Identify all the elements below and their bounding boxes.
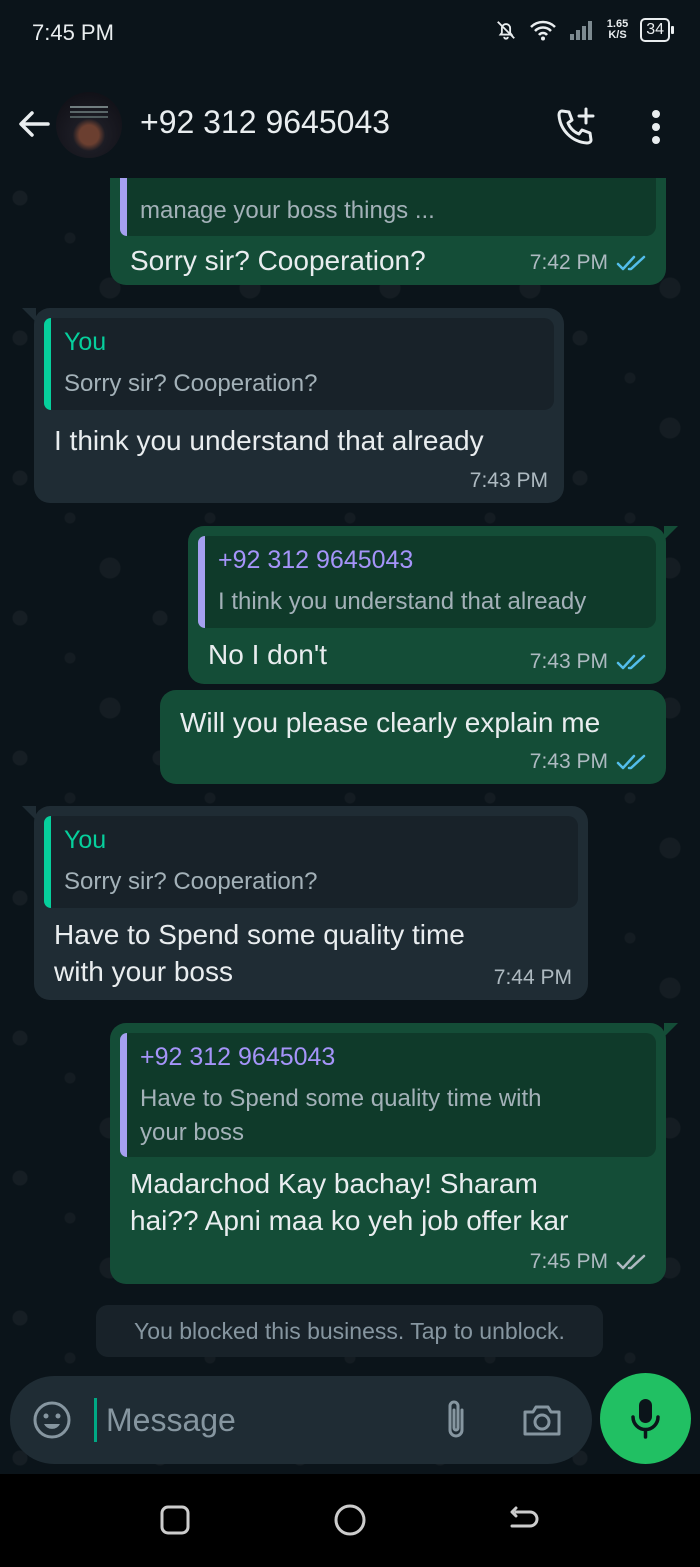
message-bubble-outgoing[interactable]: +92 312 9645043 Have to Spend some quali…	[110, 1023, 678, 1284]
status-bar: 7:45 PM 1.65 K/S 34	[0, 0, 700, 72]
message-text: Will you please clearly explain me	[180, 707, 601, 738]
emoji-button[interactable]	[32, 1400, 72, 1440]
read-ticks-icon	[616, 255, 646, 271]
add-call-icon	[557, 107, 595, 145]
quote-bar	[120, 1033, 127, 1157]
message-bubble-outgoing[interactable]: Will you please clearly explain me 7:43 …	[160, 690, 666, 784]
message-meta: 7:43 PM	[530, 750, 650, 774]
quote-text: Have to Spend some quality time with you…	[140, 1082, 642, 1150]
home-button[interactable]	[332, 1502, 368, 1538]
quote-bar	[198, 536, 205, 628]
quote-text-line: Have to Spend some quality time with	[140, 1085, 542, 1112]
quote-bar	[44, 816, 51, 908]
chat-header: +92 312 9645043	[0, 72, 700, 178]
wifi-icon	[529, 20, 556, 41]
message-time: 7:42 PM	[529, 251, 608, 274]
back-arrow-icon	[19, 111, 50, 137]
message-text-line: hai?? Apni maa ko yeh job offer kar	[130, 1205, 569, 1236]
message-bubble-incoming[interactable]: You Sorry sir? Cooperation? I think you …	[22, 308, 564, 503]
message-input[interactable]	[106, 1394, 406, 1446]
avatar[interactable]	[56, 92, 122, 158]
quote-text: manage your boss things ...	[140, 197, 435, 224]
quote-author: +92 312 9645043	[218, 546, 414, 574]
text-caret	[94, 1398, 97, 1442]
microphone-icon	[631, 1399, 660, 1439]
quote-text-line: your boss	[140, 1119, 245, 1146]
read-ticks-icon	[616, 654, 646, 670]
reply-quote[interactable]: manage your boss things ...	[120, 178, 656, 236]
quote-author: You	[64, 826, 107, 854]
status-time: 7:45 PM	[32, 20, 114, 45]
status-icons: 1.65 K/S 34	[495, 18, 674, 42]
reply-quote[interactable]: +92 312 9645043 I think you understand t…	[198, 536, 656, 628]
back-nav-button[interactable]	[506, 1502, 542, 1538]
voice-record-button[interactable]	[600, 1373, 691, 1464]
signal-icon	[569, 21, 592, 40]
message-meta: 7:45 PM	[530, 1250, 650, 1274]
home-circle-icon	[334, 1504, 366, 1536]
reply-quote[interactable]: You Sorry sir? Cooperation?	[44, 816, 578, 908]
reply-quote[interactable]: You Sorry sir? Cooperation?	[44, 318, 554, 410]
emoji-icon	[33, 1401, 71, 1439]
quote-bar	[120, 178, 127, 236]
message-text-line: with your boss	[54, 956, 233, 987]
network-speed: 1.65 K/S	[607, 19, 628, 41]
message-time: 7:44 PM	[493, 966, 572, 989]
dnd-bell-off-icon	[496, 21, 515, 40]
message-bubble-incoming[interactable]: You Sorry sir? Cooperation? Have to Spen…	[22, 806, 588, 1000]
message-meta: 7:42 PM	[530, 251, 650, 275]
message-text: I think you understand that already	[54, 425, 484, 456]
chat-area[interactable]: manage your boss things ... Sorry sir? C…	[0, 178, 700, 1474]
quote-text: Sorry sir? Cooperation?	[64, 868, 318, 895]
quote-text: Sorry sir? Cooperation?	[64, 370, 318, 397]
camera-icon	[523, 1405, 561, 1436]
message-text: Have to Spend some quality time with you…	[54, 916, 568, 990]
delivered-ticks-icon	[616, 1254, 646, 1270]
camera-button[interactable]	[520, 1398, 564, 1442]
quote-author: You	[64, 328, 107, 356]
message-bubble-outgoing[interactable]: +92 312 9645043 I think you understand t…	[188, 526, 678, 684]
message-text-line: Have to Spend some quality time	[54, 919, 465, 950]
message-bubble-outgoing[interactable]: manage your boss things ... Sorry sir? C…	[110, 178, 666, 285]
message-time: 7:43 PM	[529, 750, 608, 773]
quote-text: I think you understand that already	[218, 588, 587, 615]
recents-square-icon	[160, 1505, 190, 1535]
blocked-notice[interactable]: You blocked this business. Tap to unbloc…	[96, 1305, 603, 1357]
more-vert-icon	[652, 110, 660, 144]
back-button[interactable]	[14, 104, 54, 144]
message-meta: 7:43 PM	[470, 469, 548, 493]
message-text-line: Madarchod Kay bachay! Sharam	[130, 1168, 538, 1199]
message-meta: 7:43 PM	[530, 650, 650, 674]
message-input-bar	[10, 1376, 592, 1464]
add-call-button[interactable]	[554, 106, 596, 148]
system-nav-bar	[0, 1474, 700, 1567]
attach-button[interactable]	[440, 1396, 472, 1444]
message-meta: 7:44 PM	[494, 966, 572, 990]
back-nav-icon	[510, 1506, 539, 1528]
quote-bar	[44, 318, 51, 410]
message-time: 7:43 PM	[529, 650, 608, 673]
quote-author: +92 312 9645043	[140, 1043, 336, 1071]
more-options-button[interactable]	[640, 106, 672, 148]
contact-name[interactable]: +92 312 9645043	[140, 104, 390, 141]
recents-button[interactable]	[157, 1502, 193, 1538]
battery-icon: 34	[640, 18, 674, 42]
paperclip-icon	[448, 1400, 464, 1438]
reply-quote[interactable]: +92 312 9645043 Have to Spend some quali…	[120, 1033, 656, 1157]
read-ticks-icon	[616, 754, 646, 770]
message-text: Madarchod Kay bachay! Sharam hai?? Apni …	[130, 1165, 646, 1239]
message-time: 7:43 PM	[469, 469, 548, 492]
message-time: 7:45 PM	[529, 1250, 608, 1273]
net-speed-unit: K/S	[608, 29, 627, 41]
